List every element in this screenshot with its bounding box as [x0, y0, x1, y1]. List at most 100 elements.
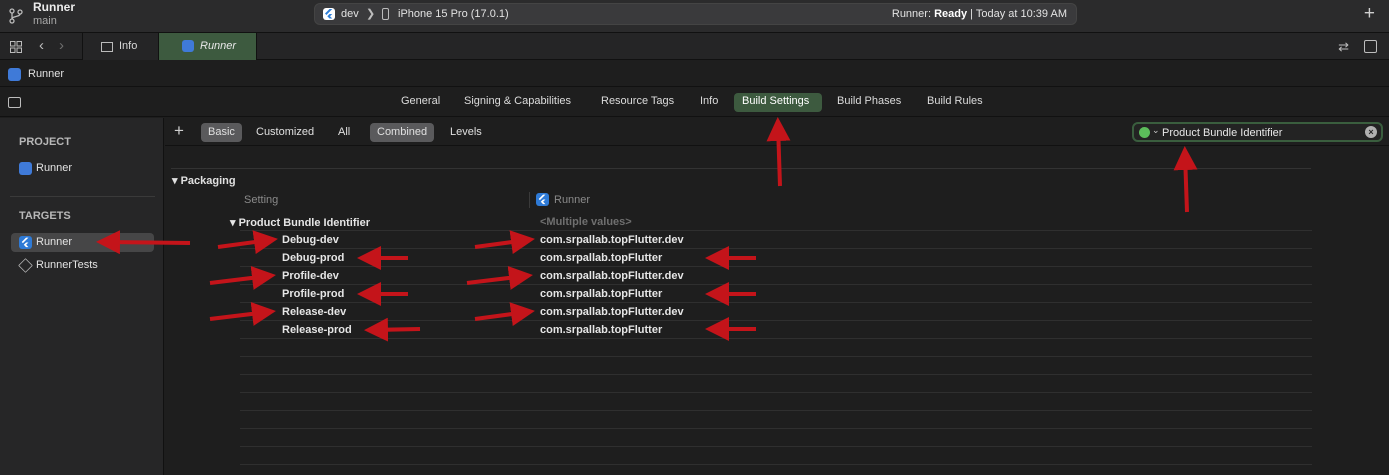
divider	[10, 196, 155, 197]
xcode-project-icon	[8, 68, 21, 81]
branch-name[interactable]: main	[33, 15, 57, 27]
setting-row[interactable]: Debug-dev com.srpallab.topFlutter.dev	[240, 231, 1312, 249]
empty-row	[240, 411, 1312, 429]
setting-value[interactable]: com.srpallab.topFlutter	[540, 288, 662, 300]
tab-general[interactable]: General	[401, 95, 440, 107]
chevron-down-icon: ⌄	[1152, 125, 1160, 135]
config-name: Debug-dev	[282, 234, 339, 246]
iphone-icon	[382, 8, 389, 20]
scheme-selector[interactable]: dev	[341, 8, 359, 20]
inspector-toggle-icon[interactable]	[1364, 40, 1377, 53]
project-name[interactable]: Runner	[33, 0, 75, 14]
status-prefix: Runner:	[891, 8, 935, 20]
project-heading: PROJECT	[19, 136, 71, 148]
chevron-left-icon[interactable]: ‹	[39, 37, 44, 54]
setting-value[interactable]: com.srpallab.topFlutter.dev	[540, 234, 684, 246]
setting-value[interactable]: com.srpallab.topFlutter	[540, 324, 662, 336]
editor-tab-bar: General Signing & Capabilities Resource …	[0, 87, 1389, 117]
build-status: Runner: Ready | Today at 10:39 AM	[892, 8, 1067, 20]
empty-row	[240, 429, 1312, 447]
search-input[interactable]	[1162, 125, 1352, 140]
tab-build-settings[interactable]: Build Settings	[742, 95, 809, 107]
xcode-project-icon	[19, 162, 32, 175]
grid-icon[interactable]	[10, 41, 22, 53]
config-name: Profile-prod	[282, 288, 345, 300]
setting-name: ▾ Product Bundle Identifier	[230, 217, 370, 229]
status-suffix: | Today at 10:39 AM	[967, 8, 1067, 20]
add-icon[interactable]: +	[1364, 3, 1375, 25]
setting-name-text: Product Bundle Identifier	[238, 217, 370, 229]
divider	[171, 168, 1311, 169]
view-levels-button[interactable]: Levels	[443, 123, 489, 142]
setting-row[interactable]: Profile-prod com.srpallab.topFlutter	[240, 285, 1312, 303]
empty-row	[240, 375, 1312, 393]
swap-arrows-icon[interactable]: ⇄	[1338, 39, 1349, 55]
config-name: Profile-dev	[282, 270, 339, 282]
filter-customized-button[interactable]: Customized	[249, 123, 321, 142]
sidebar-item-target-runner[interactable]: Runner	[11, 233, 154, 252]
search-field[interactable]: ⌄ ×	[1132, 122, 1383, 142]
sidebar-item-target-runnertests[interactable]: RunnerTests	[11, 256, 154, 275]
config-name: Debug-prod	[282, 252, 345, 264]
setting-value[interactable]: com.srpallab.topFlutter.dev	[540, 270, 684, 282]
flutter-app-icon	[19, 236, 32, 249]
tab-info[interactable]: Info	[82, 33, 158, 60]
view-combined-button[interactable]: Combined	[370, 123, 435, 142]
branch-icon	[9, 8, 23, 24]
empty-row	[240, 339, 1312, 357]
column-header-setting: Setting	[244, 194, 279, 206]
tab-runner[interactable]: Runner	[158, 33, 257, 60]
empty-row	[240, 357, 1312, 375]
sidebar-item-label: Runner	[36, 162, 73, 174]
setting-row-group[interactable]: ▾ Product Bundle Identifier <Multiple va…	[230, 213, 1312, 231]
setting-value[interactable]: com.srpallab.topFlutter.dev	[540, 306, 684, 318]
test-bundle-icon	[18, 258, 33, 273]
add-setting-icon[interactable]: +	[174, 121, 184, 141]
tab-resource-tags[interactable]: Resource Tags	[601, 95, 674, 107]
tab-build-rules[interactable]: Build Rules	[927, 95, 983, 107]
sidebar-item-label: RunnerTests	[36, 259, 98, 271]
tab-signing-capabilities[interactable]: Signing & Capabilities	[464, 95, 571, 107]
setting-row[interactable]: Release-prod com.srpallab.topFlutter	[240, 321, 1312, 339]
filter-icon[interactable]	[1139, 127, 1150, 138]
setting-row[interactable]: Release-dev com.srpallab.topFlutter.dev	[240, 303, 1312, 321]
sidebar-item-label: Runner	[36, 236, 73, 248]
setting-row[interactable]: Debug-prod com.srpallab.topFlutter	[240, 249, 1312, 267]
sidebar-toggle-icon[interactable]	[8, 97, 21, 108]
column-header-target: Runner	[554, 194, 591, 206]
tab-build-phases[interactable]: Build Phases	[837, 95, 901, 107]
section-packaging[interactable]: ▾ Packaging	[172, 174, 236, 187]
project-sidebar: PROJECT Runner TARGETS Runner RunnerTest…	[0, 118, 164, 475]
targets-heading: TARGETS	[19, 210, 71, 222]
setting-value[interactable]: com.srpallab.topFlutter	[540, 252, 662, 264]
jump-bar-item[interactable]: Runner	[28, 68, 64, 80]
device-selector[interactable]: iPhone 15 Pro (17.0.1)	[398, 8, 509, 20]
config-name: Release-prod	[282, 324, 352, 336]
column-divider	[529, 192, 530, 208]
chevron-right-icon: ❯	[366, 8, 376, 20]
title-bar: Runner main dev ❯ iPhone 15 Pro (17.0.1)…	[0, 0, 1389, 33]
clear-search-icon[interactable]: ×	[1365, 126, 1377, 138]
chevron-right-icon[interactable]: ›	[59, 37, 64, 54]
tab-bar: ‹ › Info Runner ⇄	[0, 33, 1389, 60]
sidebar-item-project-runner[interactable]: Runner	[11, 159, 154, 178]
status-state: Ready	[934, 8, 968, 20]
jump-bar: Runner	[0, 61, 1389, 87]
filter-bar: + Basic Customized All Combined Levels ⌄…	[165, 118, 1389, 146]
section-title: Packaging	[180, 175, 236, 187]
table-icon	[101, 42, 113, 52]
flutter-app-icon	[536, 193, 549, 206]
config-name: Release-dev	[282, 306, 347, 318]
tab-label: Info	[119, 40, 138, 52]
xcode-project-icon	[182, 40, 194, 52]
build-settings-editor: + Basic Customized All Combined Levels ⌄…	[165, 118, 1389, 475]
flutter-scheme-icon	[323, 8, 335, 20]
activity-view: dev ❯ iPhone 15 Pro (17.0.1) Runner: Rea…	[314, 3, 1077, 25]
filter-basic-button[interactable]: Basic	[201, 123, 242, 142]
tab-info[interactable]: Info	[700, 95, 718, 107]
empty-row	[240, 447, 1312, 465]
setting-value: <Multiple values>	[540, 216, 632, 228]
setting-row[interactable]: Profile-dev com.srpallab.topFlutter.dev	[240, 267, 1312, 285]
tab-label: Runner	[200, 40, 237, 52]
filter-all-button[interactable]: All	[331, 123, 357, 142]
